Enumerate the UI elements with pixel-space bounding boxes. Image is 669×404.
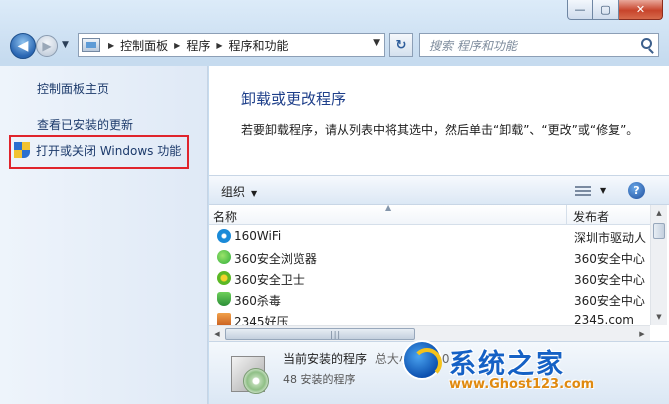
column-publisher[interactable]: 发布者: [573, 208, 609, 225]
program-name: 360杀毒: [234, 294, 281, 308]
forward-button[interactable]: ▶: [36, 35, 58, 57]
sort-ascending-icon: ▲: [385, 205, 392, 212]
view-installed-updates-link[interactable]: 查看已安装的更新: [37, 116, 133, 133]
close-button[interactable]: ✕: [619, 0, 663, 20]
guard-icon: [217, 271, 231, 285]
window-frame: — ▢ ✕ ◀ ▶ ▼ ▶ 控制面板 ▶ 程序 ▶ 程序和功能 ▼ ↻ 搜索 程…: [0, 0, 669, 404]
browser-icon: [217, 250, 231, 264]
chevron-down-icon: ▼: [251, 189, 258, 198]
details-title: 当前安装的程序 总大小：1.00 GB: [283, 350, 471, 367]
scroll-left-icon[interactable]: ◀: [209, 326, 225, 342]
chevron-right-icon[interactable]: ▶: [216, 41, 222, 50]
program-publisher: 360安全中心: [574, 273, 645, 287]
maximize-button[interactable]: ▢: [593, 0, 619, 20]
back-button[interactable]: ◀: [10, 33, 36, 59]
breadcrumb-programs-features[interactable]: 程序和功能: [229, 37, 289, 54]
list-item[interactable]: 360安全浏览器 360安全中心: [209, 247, 659, 268]
grip-icon: |||: [330, 330, 342, 339]
program-name: 360安全浏览器: [234, 252, 317, 266]
wifi-icon: [217, 229, 231, 243]
chevron-right-icon[interactable]: ▶: [108, 41, 114, 50]
search-input[interactable]: 搜索 程序和功能: [419, 33, 659, 57]
list-item[interactable]: 360安全卫士 360安全中心: [209, 268, 659, 289]
page-description: 若要卸载程序，请从列表中将其选中，然后单击“卸载”、“更改”或“修复”。: [241, 123, 639, 137]
column-divider[interactable]: [566, 205, 567, 225]
program-publisher: 深圳市驱动人: [574, 231, 647, 245]
watermark-title: 系统之家: [449, 349, 565, 380]
chevron-right-icon[interactable]: ▶: [174, 41, 180, 50]
control-panel-home-link[interactable]: 控制面板主页: [37, 80, 109, 97]
program-publisher: 360安全中心: [574, 252, 645, 266]
refresh-button[interactable]: ↻: [389, 33, 413, 57]
recent-pages-dropdown[interactable]: ▼: [62, 40, 69, 50]
breadcrumb-programs[interactable]: 程序: [186, 37, 210, 54]
watermark-logo-icon: [402, 340, 442, 380]
address-bar[interactable]: ▶ 控制面板 ▶ 程序 ▶ 程序和功能 ▼: [78, 33, 385, 57]
view-options-icon[interactable]: [575, 186, 591, 197]
scroll-down-icon[interactable]: ▼: [651, 309, 667, 325]
watermark-url: www.Ghost123.com: [449, 377, 595, 392]
breadcrumb-control-panel[interactable]: 控制面板: [120, 37, 168, 54]
caption-buttons: — ▢ ✕: [567, 0, 663, 20]
chevron-down-icon[interactable]: ▼: [600, 186, 606, 195]
highlight-box: [9, 135, 189, 169]
help-icon[interactable]: ?: [628, 182, 645, 199]
minimize-button[interactable]: —: [567, 0, 593, 20]
uac-shield-icon: [14, 142, 30, 159]
program-name: 160WiFi: [234, 229, 282, 243]
program-name: 360安全卫士: [234, 273, 305, 287]
scroll-up-icon[interactable]: ▲: [651, 205, 667, 221]
details-count: 48 安装的程序: [283, 373, 356, 386]
column-name[interactable]: 名称: [213, 208, 237, 225]
organize-button[interactable]: 组织 ▼: [221, 183, 257, 200]
page-title: 卸载或更改程序: [241, 90, 347, 108]
organize-label: 组织: [221, 185, 246, 199]
control-panel-icon: [82, 38, 100, 52]
address-dropdown-icon[interactable]: ▼: [373, 38, 380, 48]
installed-programs-icon: [229, 350, 271, 394]
vertical-scrollbar[interactable]: ▲ ▼: [650, 205, 667, 325]
list-item[interactable]: 160WiFi 深圳市驱动人: [209, 226, 659, 247]
search-icon[interactable]: [641, 38, 652, 49]
list-item[interactable]: 360杀毒 360安全中心: [209, 289, 659, 310]
details-title-text: 当前安装的程序: [283, 352, 368, 366]
scroll-thumb[interactable]: |||: [225, 328, 415, 340]
scroll-thumb[interactable]: [653, 223, 665, 239]
scroll-right-icon[interactable]: ▶: [634, 326, 650, 342]
list-header: 名称 ▲ 发布者: [209, 205, 659, 225]
task-pane: 控制面板主页 查看已安装的更新 打开或关闭 Windows 功能: [0, 66, 208, 404]
search-placeholder: 搜索 程序和功能: [429, 38, 517, 53]
program-publisher: 360安全中心: [574, 294, 645, 308]
horizontal-scrollbar[interactable]: ◀ ||| ▶: [209, 325, 650, 341]
command-bar: 组织 ▼ ▼ ?: [209, 175, 669, 205]
program-list: 名称 ▲ 发布者 160WiFi 深圳市驱动人 360安全浏览器 360安全中心…: [209, 205, 669, 340]
antivirus-icon: [217, 292, 231, 306]
